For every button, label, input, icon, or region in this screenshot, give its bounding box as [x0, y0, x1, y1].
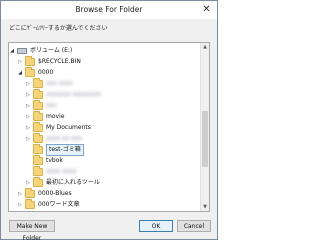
expand-arrow-icon[interactable]: ▷: [17, 199, 23, 211]
close-icon[interactable]: ✕: [200, 4, 213, 15]
folder-icon: [33, 78, 43, 88]
tree-row-label: 000ワード文章: [38, 201, 80, 208]
folder-icon: [33, 122, 43, 132]
folder-icon: [33, 89, 43, 99]
title-bar[interactable]: Browse For Folder ✕: [1, 1, 217, 19]
window-title: Browse For Folder: [75, 5, 143, 14]
folder-icon: [25, 188, 35, 198]
collapse-arrow-icon[interactable]: ◢: [17, 67, 23, 79]
make-new-folder-button[interactable]: Make New Folder: [9, 220, 55, 242]
folder-icon: [33, 144, 43, 154]
instruction-text: どこにｹﾞｰﾑﾂﾘｰするか選んでください: [9, 25, 108, 32]
folder-icon: [25, 56, 35, 66]
folder-icon: [33, 133, 43, 143]
folder-icon: [33, 111, 43, 121]
cancel-button[interactable]: Cancel: [177, 220, 211, 232]
folder-icon: [25, 199, 35, 209]
scroll-down-arrow-icon[interactable]: ▼: [201, 203, 209, 211]
folder-tree[interactable]: ◢ ボリューム (E:) ▷ $RECYCLE.BIN ◢ 0000 ▷ xxx xxxx ▷ x…: [8, 42, 210, 212]
expand-arrow-icon[interactable]: ▷: [25, 133, 31, 145]
scroll-up-arrow-icon[interactable]: ▲: [201, 43, 209, 51]
folder-icon: [33, 100, 43, 110]
collapse-arrow-icon[interactable]: ◢: [9, 45, 15, 57]
scroll-thumb[interactable]: [202, 111, 208, 167]
folder-icon: [33, 155, 43, 165]
folder-icon: [33, 177, 43, 187]
vertical-scrollbar[interactable]: ▲ ▼: [200, 43, 209, 211]
folder-icon: [25, 67, 35, 77]
browse-for-folder-dialog: Browse For Folder ✕ どこにｹﾞｰﾑﾂﾘｰするか選んでください…: [0, 0, 218, 242]
drive-icon: [17, 48, 27, 54]
folder-icon: [33, 166, 43, 176]
ok-button[interactable]: OK: [139, 220, 173, 232]
